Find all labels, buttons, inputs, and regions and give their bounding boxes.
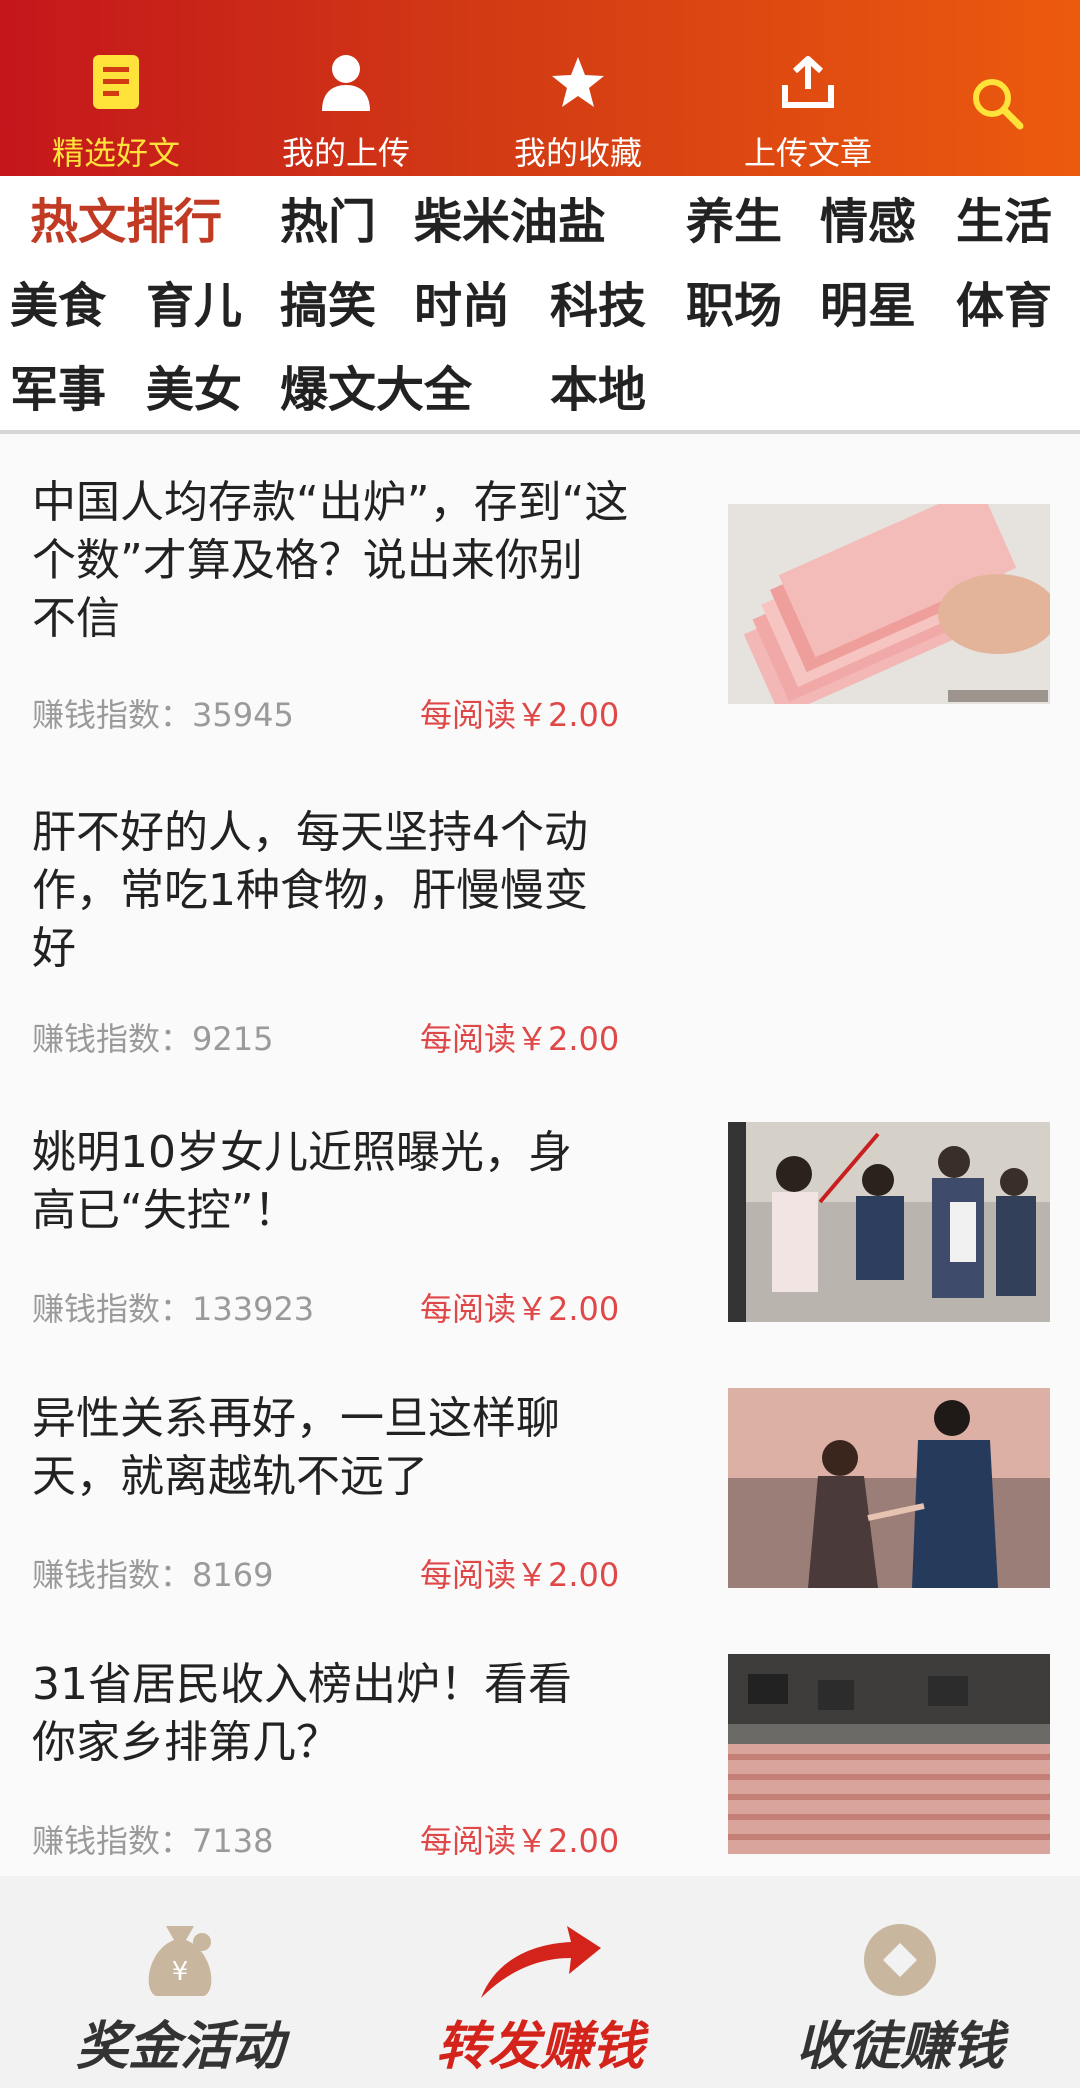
search-icon[interactable] [968, 74, 1028, 134]
upload-icon [776, 52, 840, 112]
tab-label: 我的收藏 [513, 134, 642, 172]
bottom-label: 奖金活动 [75, 2017, 284, 2077]
article-item[interactable]: 中国人均存款“出炉”，存到“这 个数”才算及格？说出来你别 不信 赚钱指数：35… [0, 434, 1080, 766]
tab-upload-article[interactable]: 上传文章 [700, 0, 916, 176]
share-arrow-icon [360, 1918, 720, 2002]
star-icon [546, 52, 610, 112]
category-celebrity[interactable]: 明星 [820, 276, 916, 336]
category-emotion[interactable]: 情感 [820, 192, 916, 252]
tab-featured[interactable]: 精选好文 [8, 0, 224, 176]
article-item[interactable]: 肝不好的人，每天坚持4个动 作，常吃1种食物，肝慢慢变 好 赚钱指数：9215 … [0, 764, 1080, 1090]
category-viral[interactable]: 爆文大全 [280, 360, 472, 420]
category-fashion[interactable]: 时尚 [414, 276, 510, 336]
money-bag-icon: ¥ [0, 1918, 360, 2002]
category-food[interactable]: 美食 [10, 276, 106, 336]
couple-photo [728, 1388, 1050, 1588]
read-price: 每阅读￥2.00 [420, 1290, 620, 1328]
category-hot-ranking[interactable]: 热文排行 [30, 192, 222, 252]
bonus-activity-button[interactable]: ¥ 奖金活动 [0, 1876, 360, 2088]
category-health[interactable]: 养生 [686, 192, 782, 252]
article-item[interactable]: 姚明10岁女儿近照曝光，身 高已“失控”！ 赚钱指数：133923 每阅读￥2.… [0, 1088, 1080, 1356]
read-price: 每阅读￥2.00 [420, 1556, 620, 1594]
article-title: 异性关系再好，一旦这样聊 天，就离越轨不远了 [32, 1393, 560, 1502]
read-price: 每阅读￥2.00 [420, 1822, 620, 1860]
category-parenting[interactable]: 育儿 [146, 276, 242, 336]
earning-index: 赚钱指数：9215 [32, 1020, 274, 1058]
read-price: 每阅读￥2.00 [420, 1020, 620, 1058]
earning-index: 赚钱指数：8169 [32, 1556, 274, 1594]
document-list-icon [84, 52, 148, 112]
share-earn-button[interactable]: 转发赚钱 [360, 1876, 720, 2088]
tab-label: 我的上传 [281, 134, 410, 172]
earning-index: 赚钱指数：133923 [32, 1290, 315, 1328]
category-daily-life[interactable]: 柴米油盐 [414, 192, 606, 252]
read-price: 每阅读￥2.00 [420, 696, 620, 734]
bottom-label: 转发赚钱 [435, 2017, 644, 2077]
category-beauty[interactable]: 美女 [146, 360, 242, 420]
user-icon [314, 52, 378, 112]
bottom-action-bar: ¥ 奖金活动 转发赚钱 收徒赚钱 [0, 1876, 1080, 2088]
banknotes-photo [728, 504, 1050, 704]
article-item[interactable]: 异性关系再好，一旦这样聊 天，就离越轨不远了 赚钱指数：8169 每阅读￥2.0… [0, 1354, 1080, 1622]
article-title: 姚明10岁女儿近照曝光，身 高已“失控”！ [32, 1127, 572, 1236]
tab-label: 上传文章 [743, 134, 872, 172]
category-funny[interactable]: 搞笑 [280, 276, 376, 336]
tab-my-favorites[interactable]: 我的收藏 [470, 0, 686, 176]
category-popular[interactable]: 热门 [280, 192, 376, 252]
category-local[interactable]: 本地 [550, 360, 646, 420]
category-sports[interactable]: 体育 [956, 276, 1052, 336]
recruit-earn-button[interactable]: 收徒赚钱 [720, 1876, 1080, 2088]
article-title: 31省居民收入榜出炉！看看 你家乡排第几？ [32, 1659, 572, 1768]
tab-label: 精选好文 [51, 134, 180, 172]
category-workplace[interactable]: 职场 [686, 276, 782, 336]
article-title: 中国人均存款“出炉”，存到“这 个数”才算及格？说出来你别 不信 [32, 477, 629, 644]
category-tech[interactable]: 科技 [550, 276, 646, 336]
earning-index: 赚钱指数：7138 [32, 1822, 274, 1860]
earning-index: 赚钱指数：35945 [32, 696, 294, 734]
category-panel: 热文排行 热门 柴米油盐 养生 情感 生活 美食 育儿 搞笑 时尚 科技 职场 … [0, 176, 1080, 430]
top-navigation-bar: 精选好文 我的上传 我的收藏 上传文章 [0, 0, 1080, 176]
coin-icon [720, 1918, 1080, 2002]
crowd-photo [728, 1122, 1050, 1322]
article-title: 肝不好的人，每天坚持4个动 作，常吃1种食物，肝慢慢变 好 [32, 807, 588, 974]
category-military[interactable]: 军事 [10, 360, 106, 420]
tab-my-uploads[interactable]: 我的上传 [238, 0, 454, 176]
svg-text:¥: ¥ [172, 1957, 189, 1987]
bottom-label: 收徒赚钱 [795, 2017, 1004, 2077]
article-item[interactable]: 31省居民收入榜出炉！看看 你家乡排第几？ 赚钱指数：7138 每阅读￥2.00 [0, 1620, 1080, 1876]
cash-stack-photo [728, 1654, 1050, 1854]
category-life[interactable]: 生活 [956, 192, 1052, 252]
